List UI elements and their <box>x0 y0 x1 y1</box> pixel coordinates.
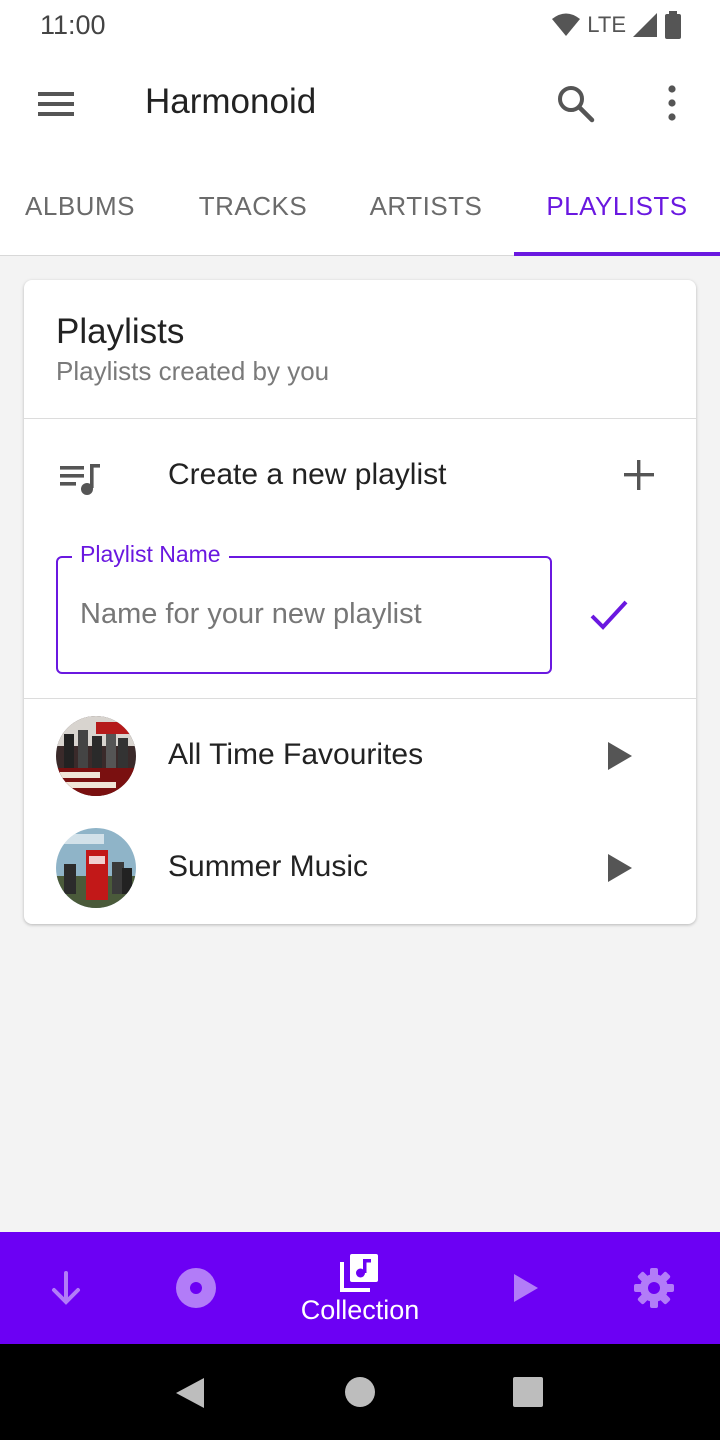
divider <box>24 698 696 699</box>
playlist-name-label: Playlist Name <box>72 541 229 568</box>
app-title: Harmonoid <box>145 82 317 121</box>
app-bar: Harmonoid <box>0 52 720 156</box>
search-button[interactable] <box>554 82 596 124</box>
nav-collection[interactable]: Collection <box>280 1232 440 1344</box>
network-type: LTE <box>587 12 626 37</box>
nav-settings[interactable] <box>612 1232 696 1344</box>
play-icon <box>514 1274 538 1302</box>
system-navigation-bar <box>0 1344 720 1440</box>
search-icon <box>558 86 595 123</box>
add-playlist-button[interactable] <box>622 458 656 492</box>
playlist-name-input[interactable] <box>80 588 530 640</box>
playlist-item[interactable]: Summer Music <box>24 812 696 924</box>
tab-playlists[interactable]: PLAYLISTS <box>514 156 720 256</box>
playlists-card: Playlists Playlists created by you Creat… <box>24 280 696 924</box>
create-playlist-label[interactable]: Create a new playlist <box>168 458 446 492</box>
tab-albums[interactable]: ALBUMS <box>0 156 160 256</box>
playlist-cover-image <box>56 716 136 796</box>
status-icons: LTE <box>551 10 682 40</box>
check-icon <box>590 600 628 630</box>
play-icon <box>608 742 632 770</box>
more-vert-icon <box>668 85 676 121</box>
nav-now-playing[interactable] <box>484 1232 568 1344</box>
back-icon[interactable] <box>174 1376 206 1410</box>
nav-collection-label: Collection <box>300 1294 420 1325</box>
menu-icon <box>38 92 74 116</box>
playlist-item[interactable]: All Time Favourites <box>24 700 696 812</box>
status-bar: 11:00 LTE <box>0 0 720 52</box>
playlist-name: Summer Music <box>168 850 369 883</box>
more-options-button[interactable] <box>660 82 684 124</box>
play-playlist-button[interactable] <box>604 852 636 884</box>
nav-download[interactable] <box>24 1232 108 1344</box>
divider <box>24 418 696 419</box>
plus-icon <box>624 460 654 490</box>
signal-icon <box>633 13 657 37</box>
card-title: Playlists <box>56 312 185 351</box>
album-disc-icon <box>176 1268 216 1308</box>
confirm-playlist-button[interactable] <box>590 598 628 632</box>
tab-indicator <box>514 252 720 256</box>
home-icon[interactable] <box>344 1376 376 1408</box>
play-icon <box>608 854 632 882</box>
status-time: 11:00 <box>40 10 106 40</box>
tab-artists[interactable]: ARTISTS <box>344 156 508 256</box>
playlist-add-icon <box>60 464 100 495</box>
settings-icon <box>634 1268 674 1308</box>
recents-icon[interactable] <box>512 1376 544 1408</box>
playlist-name-field: Playlist Name <box>56 541 552 674</box>
wifi-icon <box>552 13 581 36</box>
playlist-cover-image <box>56 828 136 908</box>
card-subtitle: Playlists created by you <box>56 356 330 386</box>
menu-button[interactable] <box>36 86 76 122</box>
battery-icon <box>665 11 681 39</box>
tab-bar: ALBUMS TRACKS ARTISTS PLAYLISTS <box>0 156 720 256</box>
play-playlist-button[interactable] <box>604 740 636 772</box>
library-music-icon <box>340 1253 378 1292</box>
tab-tracks[interactable]: TRACKS <box>172 156 334 256</box>
playlist-name: All Time Favourites <box>168 738 424 771</box>
download-icon <box>52 1271 80 1305</box>
nav-albums[interactable] <box>154 1232 238 1344</box>
bottom-navigation: Collection <box>0 1232 720 1344</box>
